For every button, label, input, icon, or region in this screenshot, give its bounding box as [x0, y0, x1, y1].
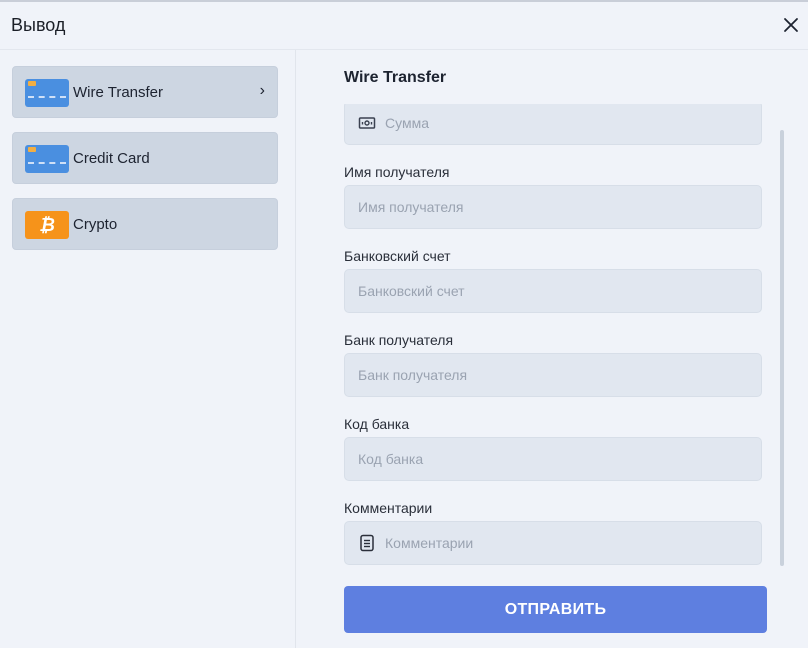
panel-divider — [295, 50, 296, 648]
method-credit-card[interactable]: Credit Card — [12, 132, 278, 184]
bank-account-label: Банковский счет — [344, 248, 451, 264]
comments-label: Комментарии — [344, 500, 433, 516]
form-scrollbar[interactable] — [780, 130, 784, 566]
bank-code-input[interactable]: Код банка — [344, 437, 762, 481]
form-scroll-area: Сумма Имя получателя Имя получателя Банк… — [344, 104, 764, 566]
bank-card-icon — [25, 145, 69, 173]
recipient-name-input[interactable]: Имя получателя — [344, 185, 762, 229]
bank-code-placeholder: Код банка — [358, 451, 424, 467]
recipient-name-placeholder: Имя получателя — [358, 199, 464, 215]
method-label: Credit Card — [73, 150, 150, 167]
close-button[interactable] — [780, 14, 802, 36]
method-label: Wire Transfer — [73, 84, 164, 101]
bank-card-icon — [25, 79, 69, 107]
chevron-right-icon: › — [259, 82, 265, 99]
recipient-name-label: Имя получателя — [344, 164, 450, 180]
bank-code-label: Код банка — [344, 416, 410, 432]
bank-account-input[interactable]: Банковский счет — [344, 269, 762, 313]
submit-button[interactable]: ОТПРАВИТЬ — [344, 586, 767, 633]
modal-title: Вывод — [11, 15, 66, 35]
recipient-bank-placeholder: Банк получателя — [358, 367, 468, 383]
bank-account-placeholder: Банковский счет — [358, 283, 465, 299]
amount-placeholder: Сумма — [385, 115, 429, 131]
amount-input[interactable]: Сумма — [344, 104, 762, 145]
recipient-bank-input[interactable]: Банк получателя — [344, 353, 762, 397]
comments-input[interactable]: Комментарии — [344, 521, 762, 565]
bitcoin-icon: ₿ — [25, 211, 69, 239]
form-title: Wire Transfer — [344, 69, 447, 86]
modal-header: Вывод — [0, 2, 808, 50]
money-icon — [358, 117, 376, 129]
close-icon — [784, 18, 798, 32]
method-label: Crypto — [73, 216, 118, 233]
method-wire-transfer[interactable]: Wire Transfer › — [12, 66, 278, 118]
document-icon — [360, 534, 374, 552]
method-crypto[interactable]: ₿ Crypto — [12, 198, 278, 250]
recipient-bank-label: Банк получателя — [344, 332, 454, 348]
comments-placeholder: Комментарии — [385, 535, 474, 551]
